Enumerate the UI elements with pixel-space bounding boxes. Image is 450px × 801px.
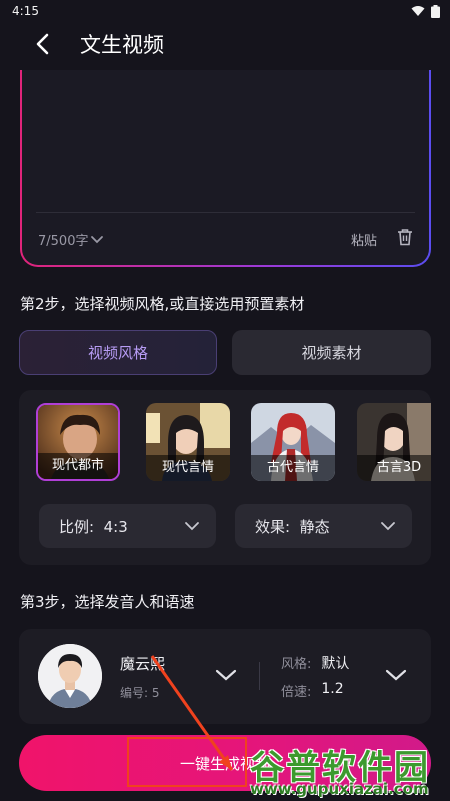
annotation-arrow (150, 655, 234, 771)
watermark: 谷普软件园 www.gupuxiazai.com (246, 740, 446, 798)
watermark-sub: www.gupuxiazai.com (250, 780, 429, 798)
